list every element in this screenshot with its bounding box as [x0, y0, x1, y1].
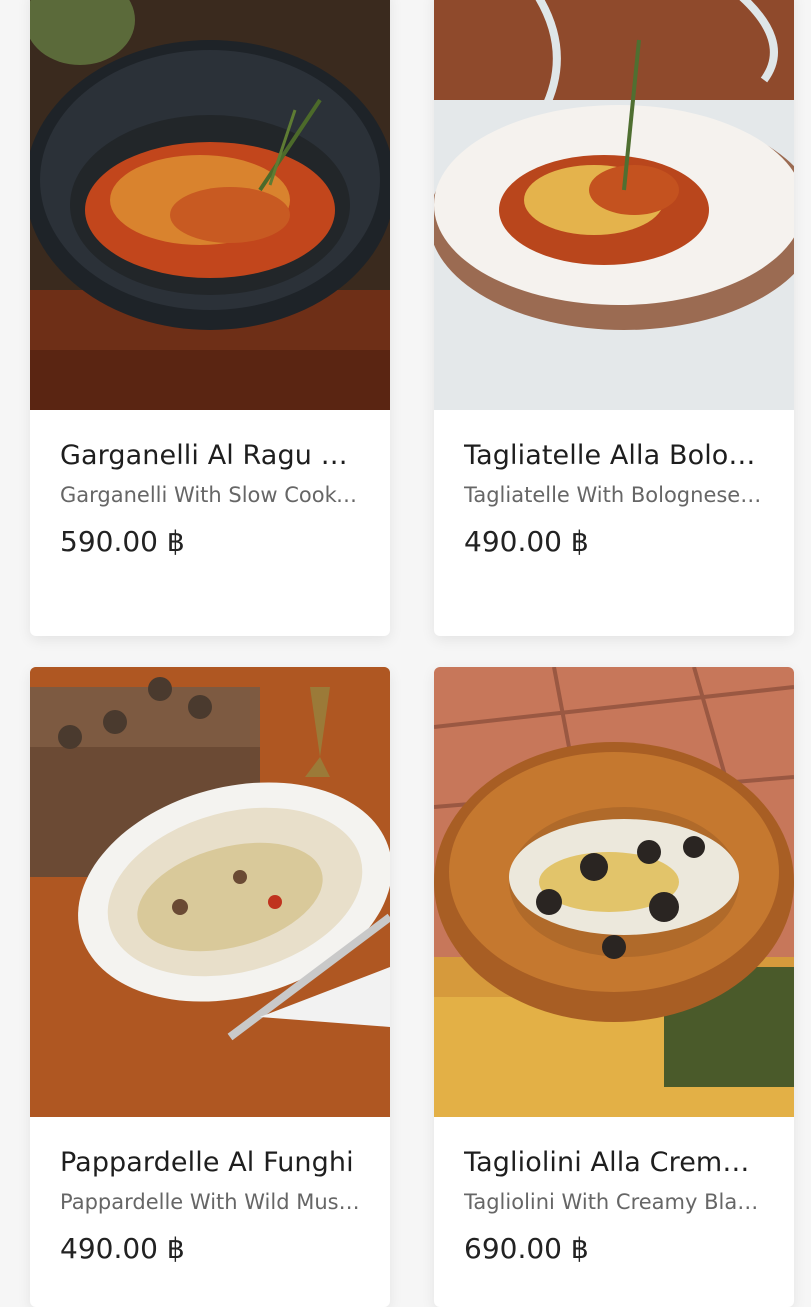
dish-photo — [434, 667, 794, 1117]
dish-description: Tagliatelle With Bolognese Sauce — [464, 483, 764, 507]
menu-item-card[interactable]: Pappardelle Al Funghi Pappardelle With W… — [30, 667, 390, 1307]
menu-item-card[interactable]: Tagliatelle Alla Bolognese Tagliatelle W… — [434, 0, 794, 636]
dish-photo — [30, 0, 390, 410]
menu-grid: Garganelli Al Ragu Di Manzo Garganelli W… — [0, 0, 811, 1307]
dish-name: Pappardelle Al Funghi — [60, 1147, 354, 1178]
dish-description: Tagliolini With Creamy Black Truffle — [464, 1190, 764, 1214]
dish-description: Pappardelle With Wild Mushrooms — [60, 1190, 360, 1214]
dish-photo — [434, 0, 794, 410]
dish-name: Tagliolini Alla Crema Di Tartufo — [464, 1147, 764, 1178]
dish-name: Garganelli Al Ragu Di Manzo — [60, 440, 360, 471]
dish-price: 490.00 ฿ — [464, 525, 589, 558]
dish-photo — [30, 667, 390, 1117]
dish-description: Garganelli With Slow Cooked Beef Ragu — [60, 483, 360, 507]
dish-price: 490.00 ฿ — [60, 1232, 185, 1265]
dish-price: 590.00 ฿ — [60, 525, 185, 558]
menu-item-card[interactable]: Tagliolini Alla Crema Di Tartufo Tagliol… — [434, 667, 794, 1307]
dish-name: Tagliatelle Alla Bolognese — [464, 440, 764, 471]
menu-item-card[interactable]: Garganelli Al Ragu Di Manzo Garganelli W… — [30, 0, 390, 636]
dish-price: 690.00 ฿ — [464, 1232, 589, 1265]
